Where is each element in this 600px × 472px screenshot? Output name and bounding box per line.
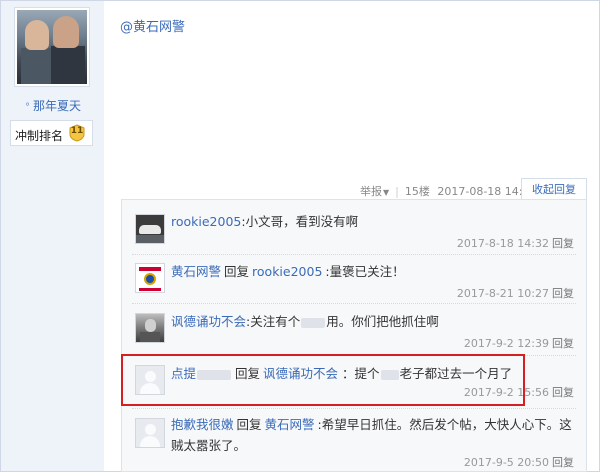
- chevron-down-icon: ▼: [383, 188, 390, 197]
- reply-button[interactable]: 回复: [552, 337, 574, 350]
- redacted-text: [197, 369, 232, 380]
- reply-target[interactable]: 黄石网警: [265, 417, 315, 432]
- default-avatar[interactable]: [135, 365, 165, 395]
- reply-text: 讽德诵功不会:关注有个 用。你们把他抓住啊: [171, 314, 439, 329]
- photo-avatar[interactable]: [135, 313, 165, 343]
- reply-button[interactable]: 回复: [552, 386, 574, 399]
- reply-list: rookie2005:小文哥，看到没有啊 2017-8-18 14:32 回复 黄…: [121, 199, 587, 472]
- default-avatar[interactable]: [135, 418, 165, 448]
- reply-meta: 2017-8-21 10:27 回复: [457, 285, 574, 301]
- car-avatar[interactable]: [135, 214, 165, 244]
- rank-box: 冲制排名 11: [10, 120, 93, 146]
- reply-author[interactable]: 黄石网警: [171, 264, 221, 279]
- reply-meta: 2017-9-2 12:39 回复: [464, 335, 574, 351]
- divider: [132, 408, 576, 409]
- reply-author[interactable]: 讽德诵功不会: [171, 314, 246, 329]
- reply-author[interactable]: rookie2005: [171, 214, 241, 229]
- online-dot-icon: °: [25, 102, 30, 113]
- reply-meta: 2017-9-2 15:56 回复: [464, 384, 574, 400]
- report-button[interactable]: 举报▼: [360, 185, 389, 198]
- redacted-text: [380, 369, 399, 380]
- level-badge-icon[interactable]: 11: [68, 124, 86, 142]
- reply-meta: 2017-9-5 20:50 回复: [464, 454, 574, 470]
- floor-number: 15楼: [404, 185, 430, 198]
- reply-target[interactable]: 讽德诵功不会: [263, 366, 338, 381]
- reply-author[interactable]: 抱歉我很嫩: [171, 417, 234, 432]
- redacted-text: [301, 317, 326, 328]
- divider: [132, 254, 576, 255]
- divider: [132, 303, 576, 304]
- reply-text: 抱歉我很嫩 回复 黄石网警:希望早日抓住。然后发个帖，大快人心下。这贼太嚣张了。: [171, 417, 572, 453]
- reply-time: 2017-8-18 14:32: [456, 237, 549, 250]
- reply-author[interactable]: 点提: [171, 366, 232, 381]
- reply-meta: 2017-8-18 14:32 回复: [457, 235, 574, 251]
- reply-button[interactable]: 回复: [552, 287, 574, 300]
- author-avatar-frame[interactable]: [14, 7, 90, 87]
- author-sidebar: ° 那年夏天 冲制排名 11: [1, 1, 104, 471]
- post-content-mention[interactable]: @黄石网警: [120, 16, 185, 35]
- rank-label: 冲制排名: [15, 129, 64, 143]
- reply-text: rookie2005:小文哥，看到没有啊: [171, 214, 359, 229]
- reply-text: 黄石网警 回复 rookie2005:量褒已关注！: [171, 264, 405, 279]
- level-number: 11: [70, 126, 84, 136]
- reply-time: 2017-8-21 10:27: [456, 287, 549, 300]
- post-meta: 举报▼ | 15楼 2017-08-18 14:21: [360, 185, 537, 198]
- police-badge-avatar[interactable]: [135, 263, 165, 293]
- reply-time: 2017-9-5 20:50: [463, 456, 549, 469]
- reply-target[interactable]: rookie2005: [252, 264, 322, 279]
- reply-button[interactable]: 回复: [552, 237, 574, 250]
- author-avatar[interactable]: [17, 10, 87, 84]
- divider: [132, 355, 576, 356]
- reply-time: 2017-9-2 15:56: [463, 386, 549, 399]
- collapse-replies-button[interactable]: 收起回复: [521, 178, 587, 200]
- reply-time: 2017-9-2 12:39: [463, 337, 549, 350]
- reply-text: 点提 回复 讽德诵功不会 ：提个 老子都过去一个月了: [171, 366, 513, 381]
- author-username[interactable]: ° 那年夏天: [25, 97, 81, 114]
- reply-button[interactable]: 回复: [552, 456, 574, 469]
